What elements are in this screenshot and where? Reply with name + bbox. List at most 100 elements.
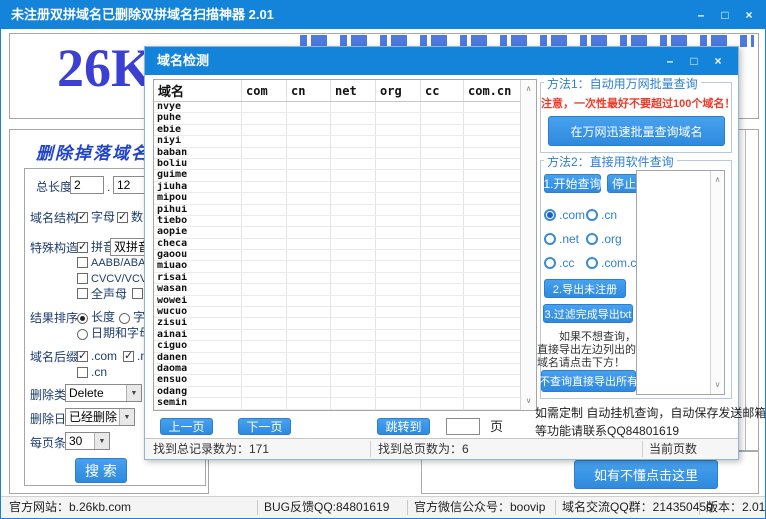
radio-tld-net[interactable] [544, 233, 556, 245]
wanwang-query-button[interactable]: 在万网迅速批量查询域名 [548, 116, 725, 146]
checkbox-shengmu[interactable] [77, 288, 88, 299]
column-header-domain[interactable]: 域名 [154, 80, 242, 101]
result-cell [464, 250, 520, 260]
results-scrollbar[interactable] [745, 130, 746, 450]
jump-page-button[interactable]: 跳转到 [377, 418, 430, 435]
table-row[interactable]: wasan [154, 284, 520, 295]
table-row[interactable]: ciguo [154, 341, 520, 352]
table-row[interactable]: guime [154, 170, 520, 181]
checkbox-com[interactable] [77, 351, 88, 362]
domain-cell: risai [154, 273, 242, 283]
table-row[interactable]: ebie [154, 125, 520, 136]
table-row[interactable]: puhe [154, 113, 520, 124]
result-cell [331, 330, 376, 340]
column-header-comcn[interactable]: com.cn [464, 80, 520, 101]
checkbox-digit[interactable] [117, 212, 128, 223]
result-cell [376, 136, 421, 146]
table-row[interactable]: semin [154, 398, 520, 409]
maximize-icon[interactable]: □ [682, 47, 706, 75]
column-header-com[interactable]: com [242, 80, 287, 101]
table-row[interactable]: gaoou [154, 250, 520, 261]
checkbox-shou[interactable] [132, 288, 143, 299]
close-icon[interactable]: × [706, 47, 730, 75]
column-header-net[interactable]: net [331, 80, 376, 101]
result-cell [242, 136, 287, 146]
checkbox-aabb[interactable] [77, 257, 88, 268]
result-cell [331, 148, 376, 158]
next-page-button[interactable]: 下一页 [238, 418, 291, 435]
table-row[interactable]: mipou [154, 193, 520, 204]
export-all-button[interactable]: 不查询直接导出所有 [541, 370, 636, 392]
table-row[interactable]: boliu [154, 159, 520, 170]
scroll-down-icon[interactable]: ∨ [521, 394, 536, 408]
delete-date-select[interactable]: 已经删除 ▼ [65, 408, 135, 426]
table-row[interactable]: pihui [154, 205, 520, 216]
export-unregistered-button[interactable]: 2.导出未注册 [544, 279, 626, 298]
result-cell [421, 296, 464, 306]
minimize-icon[interactable]: – [658, 47, 682, 75]
radio-sort-letter[interactable] [119, 313, 130, 324]
radio-tld-cn[interactable] [586, 209, 598, 221]
filter-export-button[interactable]: 3.过滤完成导出txt [543, 304, 633, 323]
table-row[interactable]: checa [154, 239, 520, 250]
column-header-cn[interactable]: cn [287, 80, 331, 101]
result-cell [464, 330, 520, 340]
radio-sort-length[interactable] [77, 313, 88, 324]
search-button[interactable]: 搜 索 [75, 458, 127, 483]
result-cell [242, 307, 287, 317]
table-row[interactable]: niyi [154, 136, 520, 147]
query-result-listbox[interactable]: ∧ ∨ [636, 170, 725, 395]
table-row[interactable]: ainai [154, 330, 520, 341]
scroll-down-icon[interactable]: ∨ [711, 378, 724, 392]
table-row[interactable]: daoma [154, 364, 520, 375]
help-button[interactable]: 如有不懂点击这里 [574, 460, 718, 489]
table-row[interactable]: baban [154, 148, 520, 159]
dropdown-arrow-icon[interactable]: ▼ [126, 385, 141, 401]
scroll-up-icon[interactable]: ∧ [711, 173, 724, 187]
table-row[interactable]: tiebo [154, 216, 520, 227]
result-cell [464, 227, 520, 237]
result-cell [376, 205, 421, 215]
checkbox-cn[interactable] [77, 367, 88, 378]
length-min-input[interactable] [70, 176, 104, 194]
dropdown-arrow-icon[interactable]: ▼ [119, 409, 134, 425]
start-query-button[interactable]: 1.开始查询 [544, 174, 601, 193]
table-scrollbar[interactable]: ∧ ∨ [520, 80, 536, 410]
radio-tld-comcn[interactable] [586, 257, 598, 269]
result-cell [376, 182, 421, 192]
table-row[interactable]: jiuha [154, 182, 520, 193]
radio-sort-date[interactable] [77, 329, 88, 340]
maximize-icon[interactable]: □ [713, 1, 737, 29]
checkbox-pinyin[interactable] [77, 242, 88, 253]
table-row[interactable]: ensuo [154, 375, 520, 386]
minimize-icon[interactable]: – [689, 1, 713, 29]
column-header-org[interactable]: org [376, 80, 421, 101]
result-cell [376, 216, 421, 226]
table-row[interactable]: aopie [154, 227, 520, 238]
table-row[interactable]: risai [154, 273, 520, 284]
radio-tld-org[interactable] [586, 233, 598, 245]
page-size-select[interactable]: 30 ▼ [65, 432, 110, 450]
table-row[interactable]: danen [154, 353, 520, 364]
scroll-up-icon[interactable]: ∧ [521, 82, 536, 96]
delete-type-select[interactable]: Delete ▼ [65, 384, 142, 402]
statusbar-divider [699, 500, 700, 515]
listbox-scrollbar[interactable]: ∧ ∨ [710, 171, 724, 394]
column-header-cc[interactable]: cc [421, 80, 464, 101]
checkbox-net[interactable] [123, 351, 134, 362]
table-row[interactable]: wowei [154, 296, 520, 307]
prev-page-button[interactable]: 上一页 [160, 418, 213, 435]
page-number-input[interactable] [446, 418, 480, 435]
radio-tld-com[interactable] [544, 209, 556, 221]
result-cell [242, 170, 287, 180]
table-row[interactable]: wucuo [154, 307, 520, 318]
table-row[interactable]: nvye [154, 102, 520, 113]
checkbox-cvcv[interactable] [77, 273, 88, 284]
close-icon[interactable]: × [737, 1, 761, 29]
dropdown-arrow-icon[interactable]: ▼ [94, 433, 109, 449]
table-row[interactable]: zisui [154, 318, 520, 329]
checkbox-letter[interactable] [77, 212, 88, 223]
table-row[interactable]: odang [154, 387, 520, 398]
table-row[interactable]: miuao [154, 261, 520, 272]
radio-tld-cc[interactable] [544, 257, 556, 269]
